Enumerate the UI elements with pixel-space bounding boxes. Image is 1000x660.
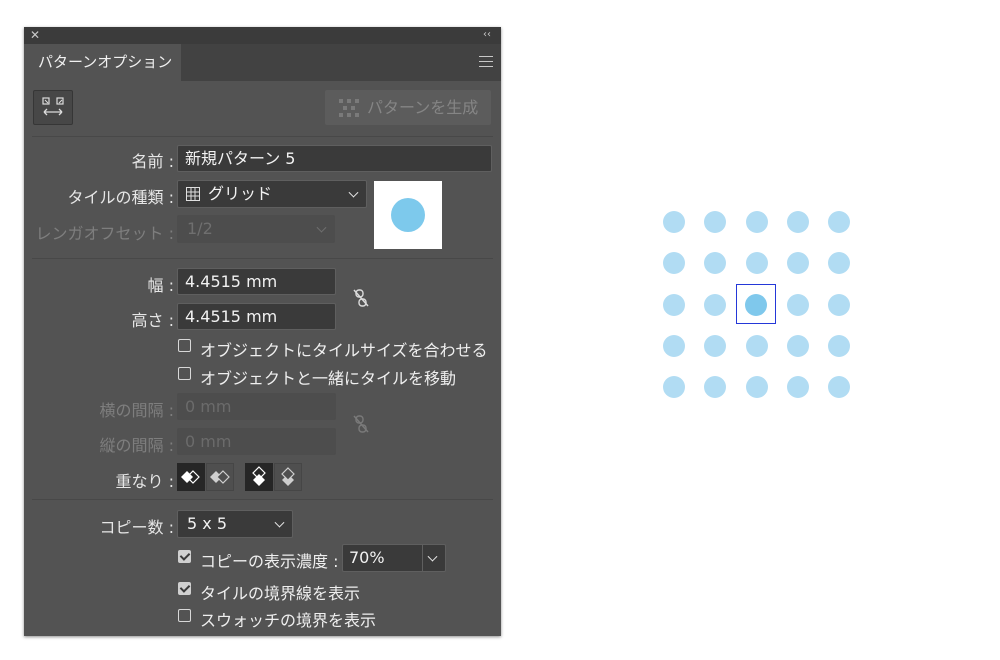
pattern-copy-dot: [663, 293, 685, 316]
pattern-copy-dot: [704, 376, 727, 399]
dim-copies-value: 70%: [349, 548, 385, 567]
brick-offset-label: レンガオフセット :: [35, 224, 174, 243]
chevron-down-icon: [274, 517, 285, 528]
preview-swatch: [391, 198, 425, 232]
checkbox-box[interactable]: [178, 550, 191, 563]
link-broken-icon[interactable]: [350, 287, 372, 309]
name-label: 名前 :: [131, 152, 174, 171]
overlap-top-front-button[interactable]: [245, 463, 273, 491]
width-label: 幅 :: [147, 276, 174, 295]
v-spacing-label: 縦の間隔 :: [99, 436, 174, 455]
collapse-icon[interactable]: ‹‹: [483, 28, 491, 42]
pattern-copy-dot: [704, 252, 727, 275]
chevron-down-icon: [348, 187, 359, 198]
overlap-bottom-front-button[interactable]: [274, 463, 302, 491]
v-spacing-field[interactable]: 0 mm: [177, 428, 336, 455]
pattern-copy-dot: [663, 334, 685, 357]
pattern-tile-artwork[interactable]: [745, 294, 767, 316]
panel-tab-strip: パターンオプション: [24, 44, 501, 81]
pattern-copy-dot: [745, 252, 768, 275]
make-pattern-label: パターンを生成: [367, 98, 479, 117]
chevron-down-icon: [316, 222, 327, 233]
dim-copies-label: コピーの表示濃度 :: [200, 552, 339, 571]
brick-offset-dropdown[interactable]: 1/2: [177, 215, 335, 243]
show-swatch-bounds-label: スウォッチの境界を表示: [200, 611, 377, 630]
brick-offset-value: 1/2: [187, 219, 213, 238]
h-spacing-field[interactable]: 0 mm: [177, 393, 336, 420]
overlap-left-front-icon: [181, 470, 200, 484]
tile-type-value: グリッド: [208, 184, 273, 203]
tile-edit-icon: [42, 97, 64, 116]
overlap-right-front-icon: [210, 470, 230, 484]
overlap-label: 重なり :: [115, 472, 174, 491]
checkbox-box[interactable]: [178, 582, 191, 595]
pattern-copy-dot: [786, 334, 809, 357]
make-pattern-button[interactable]: パターンを生成: [325, 90, 491, 125]
divider: [32, 499, 493, 500]
show-tile-edge-label: タイルの境界線を表示: [200, 584, 361, 603]
pattern-copy-dot: [828, 334, 851, 357]
pattern-copy-dot: [828, 211, 851, 233]
pattern-copy-dot: [786, 211, 809, 233]
tile-edit-tool-button[interactable]: [33, 90, 73, 125]
close-icon[interactable]: ✕: [30, 28, 40, 42]
overlap-top-front-icon: [252, 466, 266, 486]
pattern-copy-dot: [786, 293, 809, 316]
pattern-copy-dot: [745, 376, 768, 399]
pattern-copy-dot: [745, 211, 768, 233]
tile-type-dropdown[interactable]: グリッド: [177, 180, 367, 208]
pattern-copy-dot: [828, 252, 851, 275]
link-broken-icon[interactable]: [350, 413, 372, 435]
overlap-bottom-front-icon: [281, 467, 295, 486]
tile-type-label: タイルの種類 :: [67, 188, 174, 207]
pattern-copy-dot: [828, 376, 851, 399]
tab-pattern-options[interactable]: パターンオプション: [24, 44, 181, 81]
grid-icon: [186, 187, 200, 201]
pattern-copy-dot: [828, 293, 851, 316]
pattern-copy-dot: [786, 376, 809, 399]
pattern-copy-dot: [704, 211, 727, 233]
pattern-options-panel: ✕ ‹‹ パターンオプション パターンを生成 名前 : 新規パターン 5 タイル…: [24, 27, 501, 636]
copies-value: 5 x 5: [187, 514, 227, 533]
pattern-tile-edge[interactable]: [736, 284, 776, 324]
combo-divider: [422, 545, 423, 571]
pattern-copy-dot: [663, 252, 685, 275]
width-field[interactable]: 4.4515 mm: [177, 268, 336, 295]
panel-menu-icon[interactable]: [479, 56, 493, 67]
divider: [32, 136, 493, 137]
panel-titlebar[interactable]: ✕ ‹‹: [24, 27, 501, 44]
chevron-down-icon: [427, 551, 438, 562]
pattern-copy-dot: [663, 211, 685, 233]
pattern-copy-dot: [745, 334, 768, 357]
copies-dropdown[interactable]: 5 x 5: [177, 510, 293, 538]
height-field[interactable]: 4.4515 mm: [177, 303, 336, 330]
size-tile-to-art-label: オブジェクトにタイルサイズを合わせる: [200, 341, 488, 360]
copies-label: コピー数 :: [99, 518, 174, 537]
checkbox-box[interactable]: [178, 339, 191, 352]
divider: [32, 258, 493, 259]
overlap-right-front-button[interactable]: [206, 463, 234, 491]
tile-preview: [374, 181, 442, 249]
pattern-copy-dot: [704, 293, 727, 316]
pattern-copy-dot: [663, 376, 685, 399]
dim-copies-combo[interactable]: 70%: [342, 544, 446, 572]
checkbox-box[interactable]: [178, 367, 191, 380]
h-spacing-label: 横の間隔 :: [99, 401, 174, 420]
pattern-icon: [339, 99, 359, 117]
height-label: 高さ :: [131, 311, 174, 330]
pattern-copy-dot: [786, 252, 809, 275]
pattern-copy-dot: [704, 334, 727, 357]
overlap-left-front-button[interactable]: [177, 463, 205, 491]
move-tile-with-art-label: オブジェクトと一緒にタイルを移動: [200, 369, 457, 388]
name-field[interactable]: 新規パターン 5: [177, 145, 492, 172]
checkbox-box[interactable]: [178, 609, 191, 622]
